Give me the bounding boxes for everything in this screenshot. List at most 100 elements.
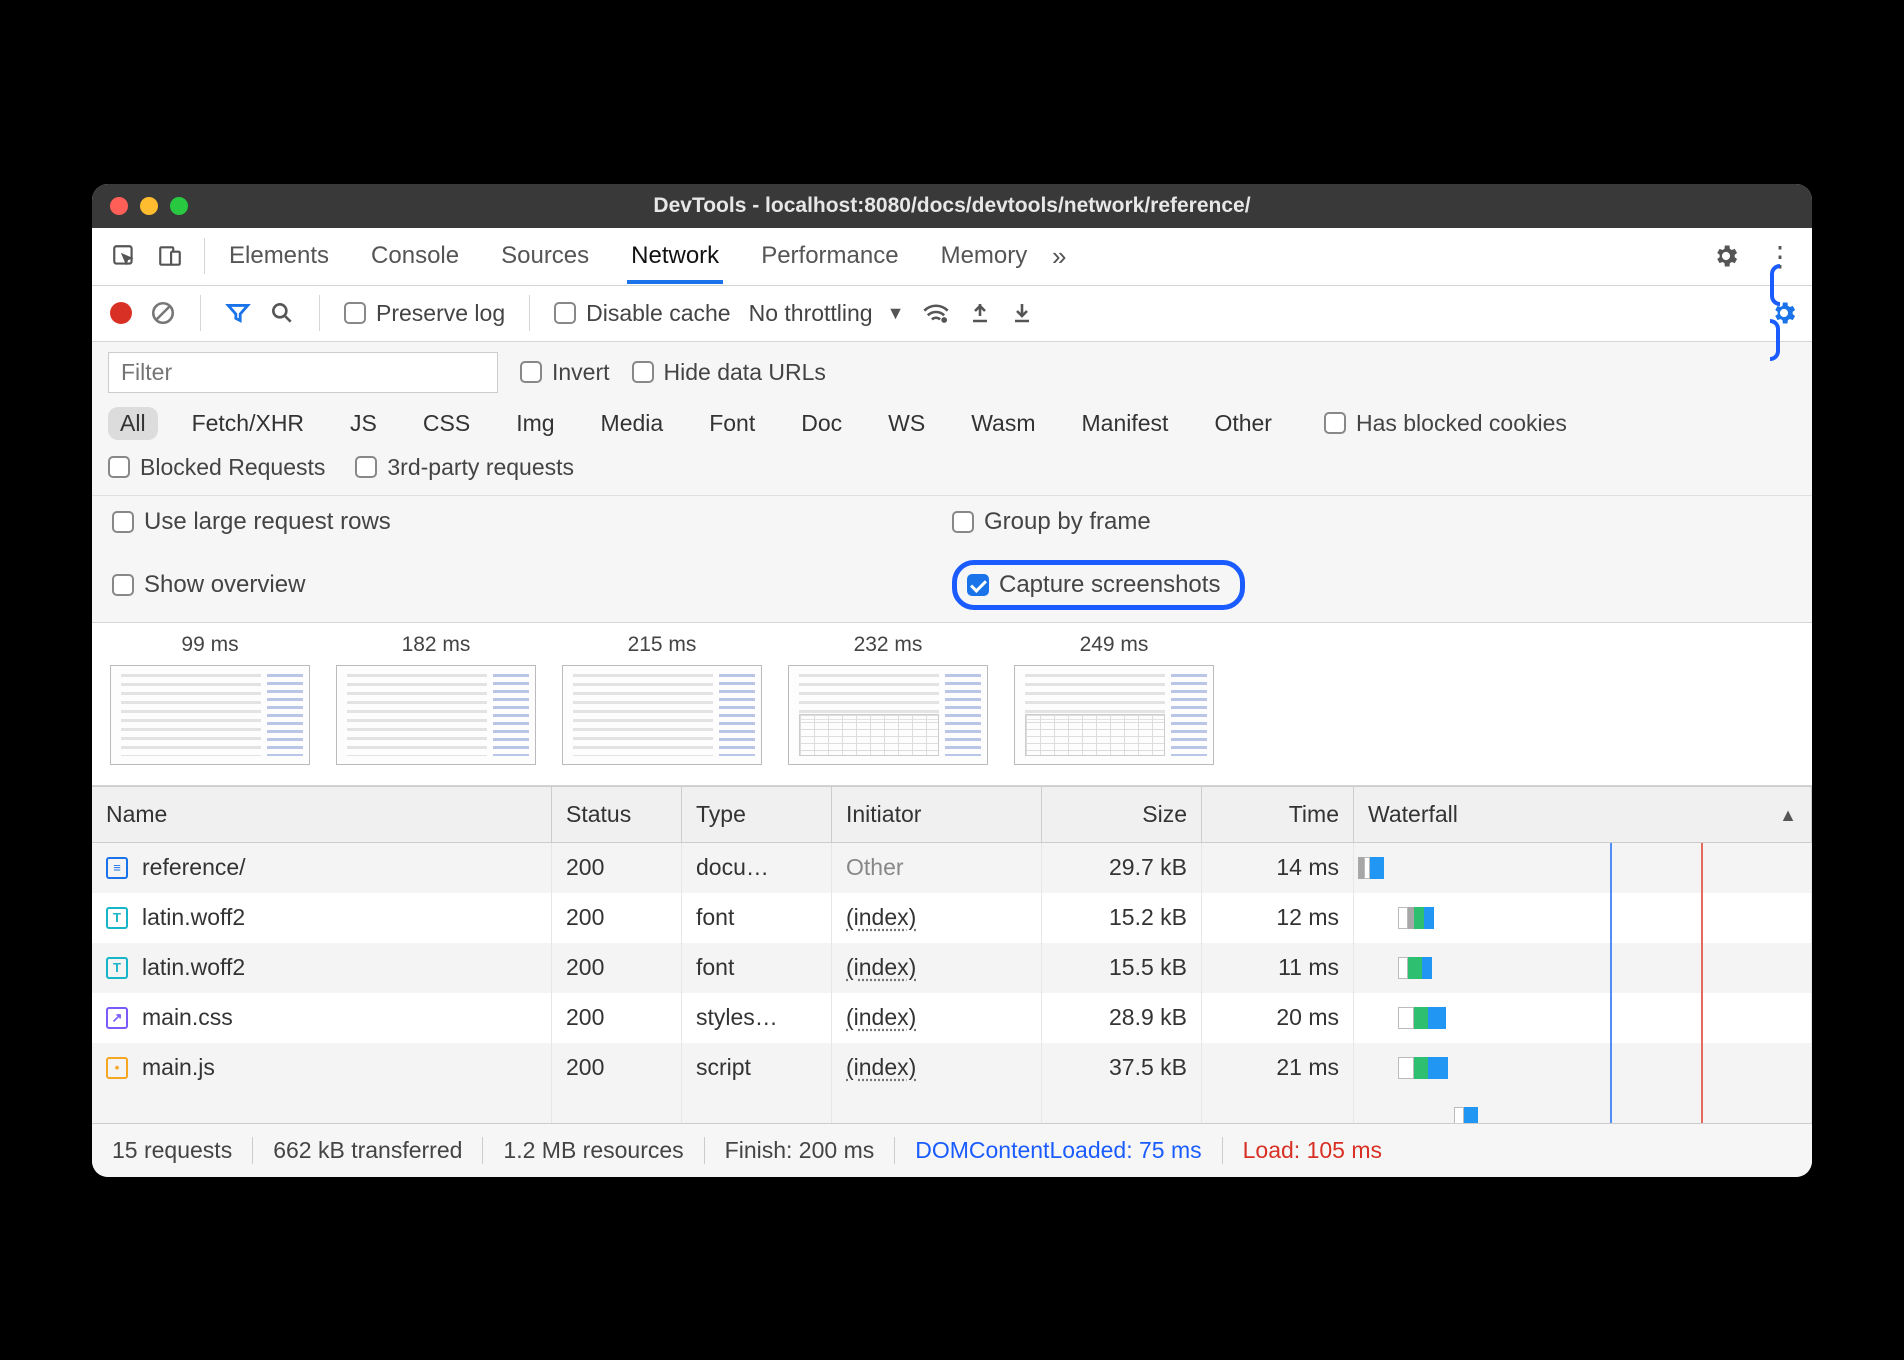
preserve-log-checkbox[interactable]: Preserve log [344,300,505,327]
type-pill-manifest[interactable]: Manifest [1070,407,1181,440]
status-finish: Finish: 200 ms [705,1137,896,1164]
window-title: DevTools - localhost:8080/docs/devtools/… [92,194,1812,218]
screenshot-thumb[interactable]: 249 ms [1014,633,1214,765]
request-type: font [682,943,832,993]
search-icon[interactable] [269,300,295,326]
status-resources: 1.2 MB resources [483,1137,704,1164]
request-initiator[interactable]: (index) [832,943,1042,993]
large-rows-checkbox[interactable]: Use large request rows [112,508,391,536]
clear-icon[interactable] [150,300,176,326]
request-initiator[interactable]: (index) [832,1043,1042,1093]
import-har-icon[interactable] [968,301,992,325]
invert-checkbox[interactable]: Invert [520,359,610,386]
hide-data-urls-checkbox[interactable]: Hide data URLs [632,359,826,386]
type-pill-other[interactable]: Other [1202,407,1284,440]
type-pill-img[interactable]: Img [504,407,566,440]
table-row[interactable]: Tlatin.woff2200font(index)15.2 kB12 ms [92,893,1812,943]
screenshot-thumb[interactable]: 232 ms [788,633,988,765]
network-toolbar: Preserve log Disable cache No throttling… [92,286,1812,342]
tab-elements[interactable]: Elements [225,230,333,282]
table-row[interactable]: Tlatin.woff2200font(index)15.5 kB11 ms [92,943,1812,993]
col-status[interactable]: Status [552,787,682,842]
kebab-menu-icon[interactable]: ⋮ [1762,238,1798,274]
hide-data-urls-label: Hide data URLs [664,359,826,386]
invert-label: Invert [552,359,610,386]
traffic-lights [110,197,188,215]
export-har-icon[interactable] [1010,301,1034,325]
col-initiator[interactable]: Initiator [832,787,1042,842]
screenshot-time-label: 215 ms [628,633,697,657]
network-settings-gear-icon[interactable] [1770,264,1798,361]
type-pill-js[interactable]: JS [338,407,389,440]
request-type: styles… [682,993,832,1043]
type-pill-css[interactable]: CSS [411,407,482,440]
divider [319,295,320,331]
type-pill-fetch-xhr[interactable]: Fetch/XHR [180,407,316,440]
request-status: 200 [552,893,682,943]
screenshot-thumb[interactable]: 99 ms [110,633,310,765]
tab-memory[interactable]: Memory [937,230,1032,282]
type-pill-ws[interactable]: WS [876,407,937,440]
table-row[interactable]: ↗main.css200styles…(index)28.9 kB20 ms [92,993,1812,1043]
col-size[interactable]: Size [1042,787,1202,842]
col-waterfall[interactable]: Waterfall▲ [1354,787,1812,842]
filter-input[interactable] [108,352,498,393]
third-party-checkbox[interactable]: 3rd-party requests [355,454,574,481]
disable-cache-checkbox[interactable]: Disable cache [554,300,730,327]
screenshot-thumb[interactable]: 182 ms [336,633,536,765]
request-status: 200 [552,843,682,893]
show-overview-label: Show overview [144,571,305,599]
blocked-requests-checkbox[interactable]: Blocked Requests [108,454,325,481]
show-overview-checkbox[interactable]: Show overview [112,571,305,599]
request-size: 29.7 kB [1042,843,1202,893]
network-conditions-icon[interactable] [922,301,950,325]
capture-screenshots-checkbox[interactable]: Capture screenshots [967,571,1220,599]
throttling-value: No throttling [749,300,873,327]
more-tabs-chevron-icon[interactable]: » [1041,238,1077,274]
device-toolbar-icon[interactable] [152,238,188,274]
main-tabbar: Elements Console Sources Network Performance… [92,228,1812,286]
table-row[interactable]: •main.js200script(index)37.5 kB21 ms [92,1043,1812,1093]
request-type: font [682,893,832,943]
screenshot-thumb[interactable]: 215 ms [562,633,762,765]
filter-toggle-icon[interactable] [225,300,251,326]
large-rows-label: Use large request rows [144,508,391,536]
tab-sources[interactable]: Sources [497,230,593,282]
tab-performance[interactable]: Performance [757,230,902,282]
close-window-button[interactable] [110,197,128,215]
status-domcontentloaded: DOMContentLoaded: 75 ms [895,1137,1222,1164]
inspect-element-icon[interactable] [106,238,142,274]
request-name: main.js [142,1054,215,1081]
type-pill-wasm[interactable]: Wasm [959,407,1047,440]
table-row-empty [92,1093,1812,1123]
request-initiator[interactable]: (index) [832,993,1042,1043]
col-name[interactable]: Name [92,787,552,842]
record-button[interactable] [110,302,132,324]
divider [200,295,201,331]
request-initiator[interactable]: Other [832,843,1042,893]
blocked-requests-label: Blocked Requests [140,454,325,481]
file-type-icon: T [106,957,128,979]
request-name: reference/ [142,854,246,881]
type-pill-all[interactable]: All [108,407,158,440]
titlebar: DevTools - localhost:8080/docs/devtools/… [92,184,1812,228]
requests-table-header: Name Status Type Initiator Size Time Wat… [92,786,1812,843]
settings-gear-icon[interactable] [1708,238,1744,274]
request-time: 21 ms [1202,1043,1354,1093]
maximize-window-button[interactable] [170,197,188,215]
sort-indicator-icon: ▲ [1779,805,1797,826]
tab-console[interactable]: Console [367,230,463,282]
type-pill-font[interactable]: Font [697,407,767,440]
type-pill-media[interactable]: Media [589,407,676,440]
has-blocked-cookies-checkbox[interactable]: Has blocked cookies [1324,410,1567,437]
request-initiator[interactable]: (index) [832,893,1042,943]
col-type[interactable]: Type [682,787,832,842]
throttling-select[interactable]: No throttling ▼ [749,300,905,327]
col-time[interactable]: Time [1202,787,1354,842]
group-by-frame-checkbox[interactable]: Group by frame [952,508,1151,536]
type-pill-doc[interactable]: Doc [789,407,854,440]
table-row[interactable]: ≡reference/200docu…Other29.7 kB14 ms [92,843,1812,893]
request-time: 14 ms [1202,843,1354,893]
minimize-window-button[interactable] [140,197,158,215]
tab-network[interactable]: Network [627,230,723,284]
